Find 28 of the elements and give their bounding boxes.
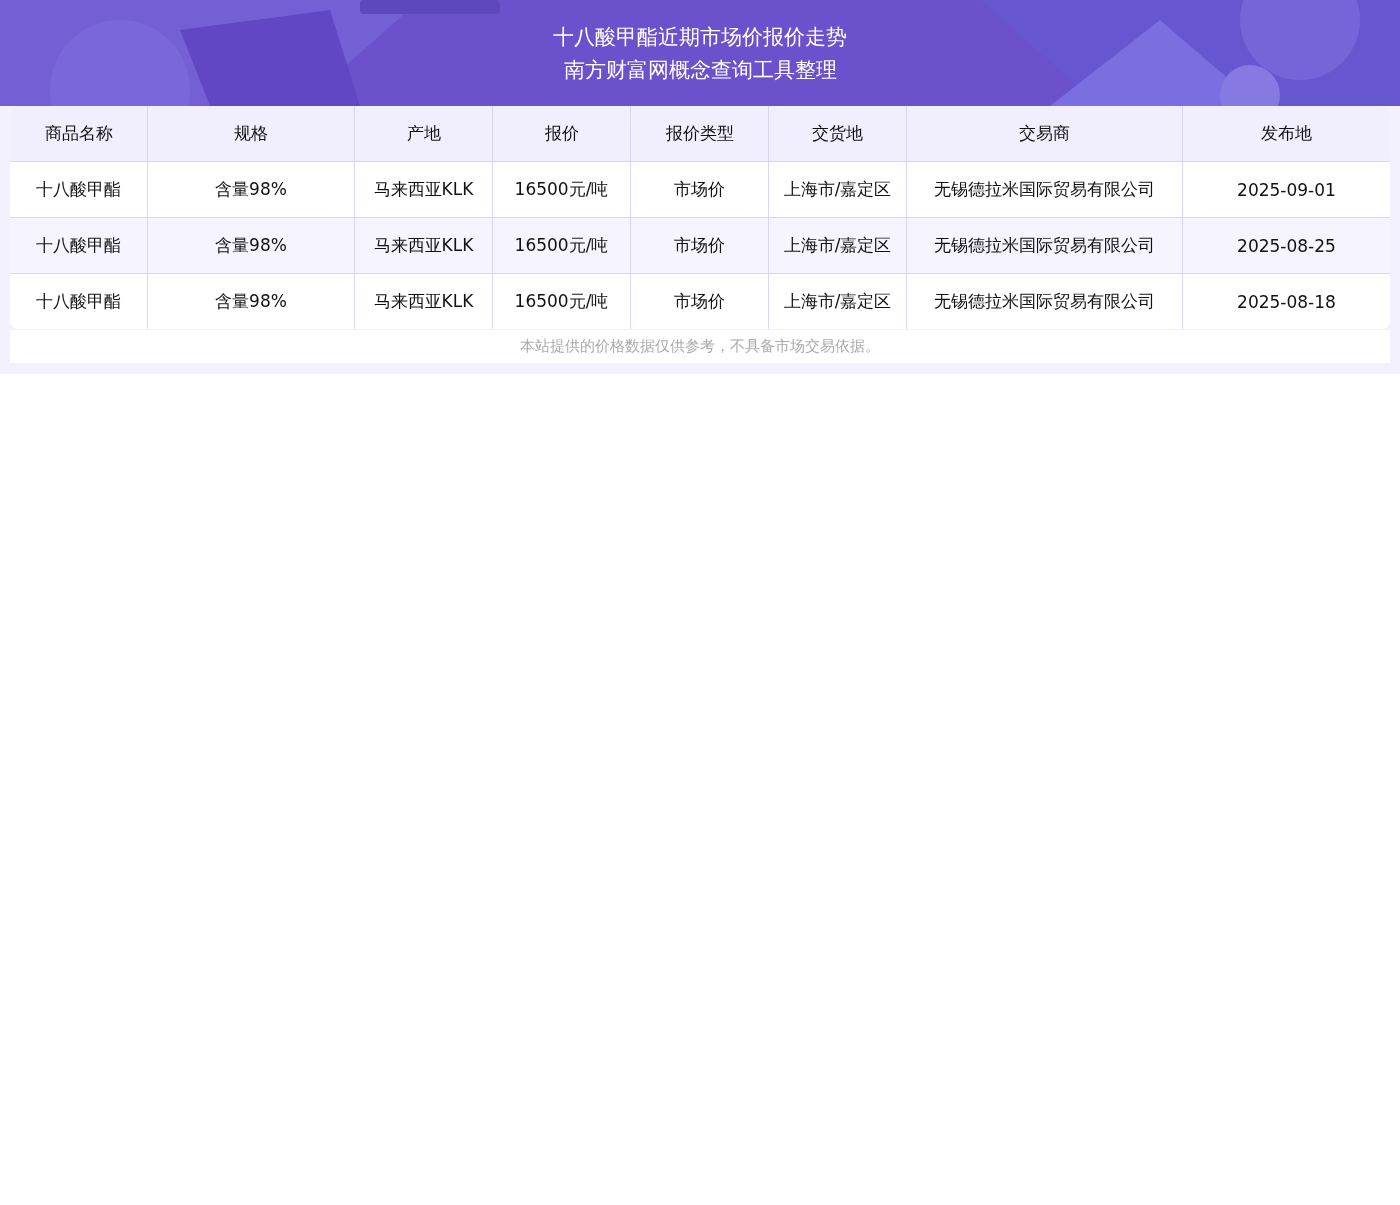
table-cell: 马来西亚KLK [354,218,492,273]
column-header: 产地 [354,106,492,161]
table-cell: 含量98% [147,218,354,273]
table-cell: 含量98% [147,274,354,329]
column-header: 报价 [492,106,630,161]
table-cell-text: 十八酸甲酯 [35,178,122,201]
table-cell-text: 十八酸甲酯 [35,234,122,257]
column-header: 商品名称 [43,122,114,145]
table-cell: 市场价 [630,274,768,329]
column-header: 交货地 [768,106,906,161]
table-cell: 马来西亚KLK [354,274,492,329]
table-cell: 2025-08-25 [1182,218,1390,273]
table-cell: 16500元/吨 [492,274,630,329]
table-cell: 上海市/嘉定区 [768,218,906,273]
table-cell: 上海市/嘉定区 [768,274,906,329]
column-header: 发布地 [1182,106,1390,161]
table-cell: 市场价 [630,218,768,273]
disclaimer-text: 本站提供的价格数据仅供参考，不具备市场交易依据。 [10,330,1390,363]
table-cell: 16500元/吨 [492,218,630,273]
table-cell: 无锡德拉米国际贸易有限公司 [906,274,1182,329]
column-header: 交易商 [906,106,1182,161]
column-header: 规格 [147,106,354,161]
column-header: 报价类型 [630,106,768,161]
table-cell: 2025-08-18 [1182,274,1390,329]
page-subtitle: 南方财富网概念查询工具整理 [563,57,837,84]
table-cell: 无锡德拉米国际贸易有限公司 [906,218,1182,273]
table-cell-text: 十八酸甲酯 [35,290,122,313]
page-title: 十八酸甲酯近期市场价报价走势 [553,24,847,51]
